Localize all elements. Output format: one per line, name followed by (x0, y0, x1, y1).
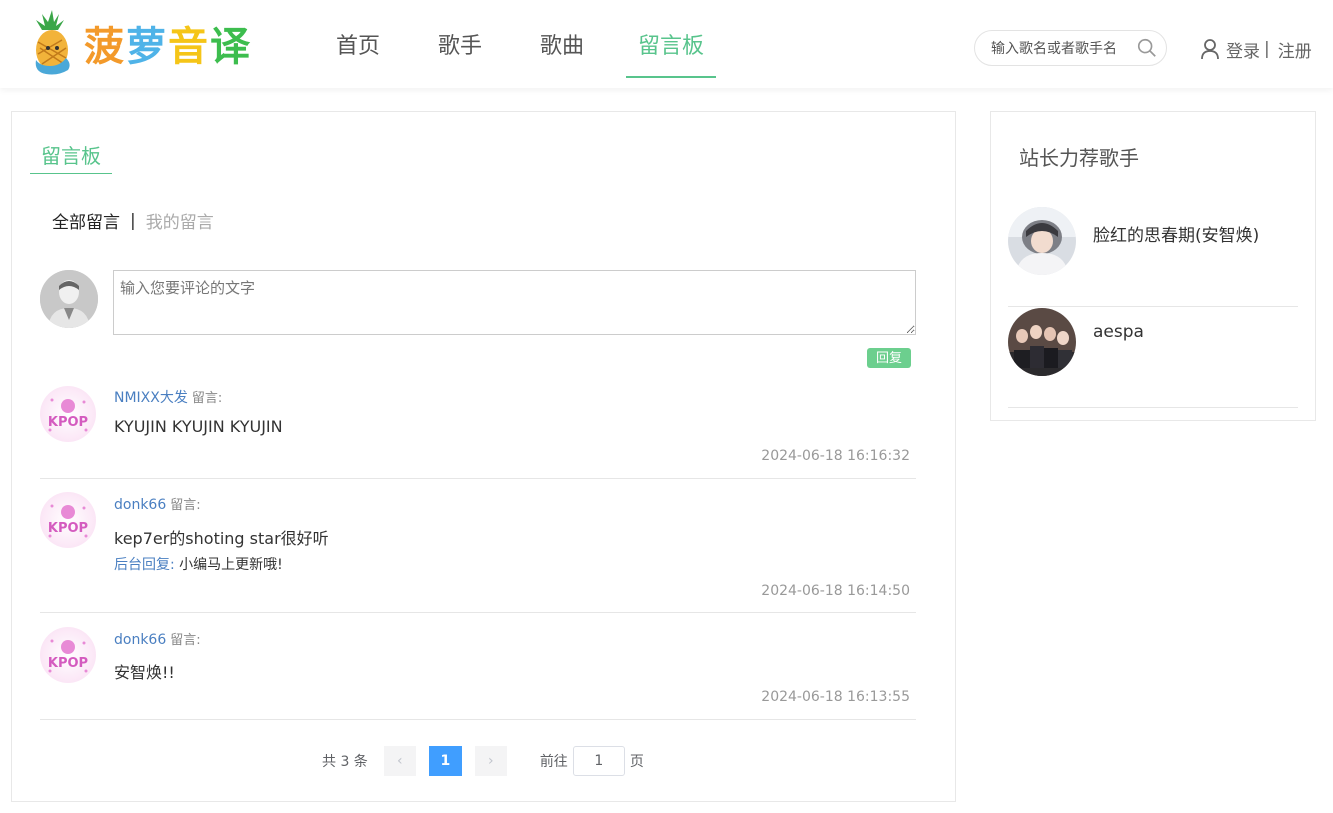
header: 菠 萝 音 译 首页 歌手 歌曲 留言板 登录 | 注册 (0, 0, 1333, 88)
submit-comment-button[interactable]: 回复 (867, 348, 911, 368)
comment-time: 2024-06-18 16:14:50 (761, 583, 910, 599)
comment-item: KPOP donk66 留言: 安智焕!! 2024-06-18 16:13:55 (40, 624, 916, 720)
singer-item[interactable]: aespa (1008, 308, 1298, 408)
search-box (974, 30, 1167, 66)
commenter-name: NMIXX大发 留言: (114, 387, 222, 407)
singer-photo-icon (1008, 207, 1076, 275)
comment-item: KPOP NMIXX大发 留言: KYUJIN KYUJIN KYUJIN 202… (40, 382, 916, 479)
pagination: 共 3 条 ‹ 1 › 前往 页 (322, 745, 644, 777)
goto-label: 前往 (539, 754, 568, 770)
page-unit-label: 页 (629, 754, 644, 770)
nav-message-board[interactable]: 留言板 (626, 0, 717, 78)
brand-char-1: 菠 (84, 24, 126, 70)
kpop-avatar-icon: KPOP (48, 398, 88, 432)
auth-area: 登录 | 注册 (1200, 36, 1312, 62)
comment-input[interactable] (113, 270, 916, 335)
message-board-panel: 留言板 全部留言 | 我的留言 回复 KPOP NMIXX大发留言: KYU (11, 111, 956, 802)
tab-all-messages[interactable]: 全部留言 (52, 208, 120, 233)
page-number-current[interactable]: 1 (428, 746, 462, 776)
comment-item: KPOP donk66 留言: kep7er的shoting star很好听 后台… (40, 490, 916, 613)
nav-home[interactable]: 首页 (320, 0, 396, 78)
commenter-avatar: KPOP (40, 627, 96, 683)
search-input[interactable] (991, 39, 1131, 59)
brand-char-2: 萝 (126, 24, 168, 70)
filter-tabs: 全部留言 | 我的留言 (52, 208, 214, 234)
admin-reply: 后台回复: 小编马上更新哦! (114, 554, 283, 574)
comment-text: kep7er的shoting star很好听 (114, 529, 329, 548)
admin-reply-label: 后台回复: (114, 557, 175, 573)
singer-name[interactable]: 脸红的思春期(安智焕) (1093, 221, 1259, 246)
nav-singers[interactable]: 歌手 (422, 0, 498, 78)
panel-title: 留言板 (30, 140, 112, 174)
default-avatar-icon (40, 270, 98, 328)
singer-avatar[interactable] (1008, 207, 1076, 275)
comment-label: 留言: (191, 391, 223, 406)
comment-time: 2024-06-18 16:13:55 (761, 689, 910, 705)
brand-char-4: 译 (210, 24, 252, 70)
admin-reply-text: 小编马上更新哦! (179, 557, 283, 573)
singer-name[interactable]: aespa (1093, 322, 1144, 342)
svg-text:KPOP: KPOP (48, 656, 88, 671)
brand-name: 菠 萝 音 译 (84, 14, 252, 72)
prev-page-button[interactable]: ‹ (383, 746, 416, 776)
comment-text: KYUJIN KYUJIN KYUJIN (114, 417, 283, 436)
commenter-avatar: KPOP (40, 492, 96, 548)
pagination-jumper: 前往 页 (540, 746, 644, 776)
brand-char-3: 音 (168, 24, 210, 70)
comment-label: 留言: (170, 498, 201, 513)
side-panel-title: 站长力荐歌手 (1019, 146, 1139, 170)
singer-photo-icon (1008, 308, 1076, 376)
nav-songs[interactable]: 歌曲 (524, 0, 600, 78)
next-page-button[interactable]: › (474, 746, 507, 776)
pagination-total: 共 3 条 (322, 754, 368, 770)
kpop-avatar-icon: KPOP (48, 639, 88, 673)
commenter-username[interactable]: donk66 (114, 632, 166, 648)
main-nav: 首页 歌手 歌曲 留言板 (320, 0, 742, 88)
register-link[interactable]: 注册 (1278, 37, 1312, 62)
singer-avatar[interactable] (1008, 308, 1076, 376)
pineapple-logo-icon (35, 10, 70, 75)
commenter-name: donk66 留言: (114, 494, 201, 513)
svg-text:KPOP: KPOP (48, 521, 88, 536)
logo[interactable]: 菠 萝 音 译 (28, 6, 252, 80)
commenter-username[interactable]: donk66 (114, 497, 166, 513)
tab-separator: | (130, 210, 136, 231)
commenter-avatar: KPOP (40, 386, 96, 442)
login-link[interactable]: 登录 (1226, 37, 1260, 62)
comment-time: 2024-06-18 16:16:32 (761, 448, 910, 464)
comment-text: 安智焕!! (114, 663, 175, 682)
comment-label: 留言: (170, 633, 201, 648)
kpop-avatar-icon: KPOP (48, 504, 88, 538)
singer-item[interactable]: 脸红的思春期(安智焕) (1008, 207, 1298, 307)
svg-text:KPOP: KPOP (48, 415, 88, 430)
auth-separator: | (1264, 39, 1270, 59)
commenter-name: donk66 留言: (114, 629, 201, 648)
composer-avatar (40, 270, 98, 328)
commenter-username[interactable]: NMIXX大发 (114, 390, 188, 406)
search-icon[interactable] (1136, 37, 1158, 59)
recommended-singers-panel: 站长力荐歌手 脸红的思春期(安智焕) aespa (990, 111, 1316, 421)
user-icon (1201, 39, 1219, 60)
tab-my-messages[interactable]: 我的留言 (146, 208, 214, 233)
goto-page-input[interactable] (572, 746, 625, 776)
